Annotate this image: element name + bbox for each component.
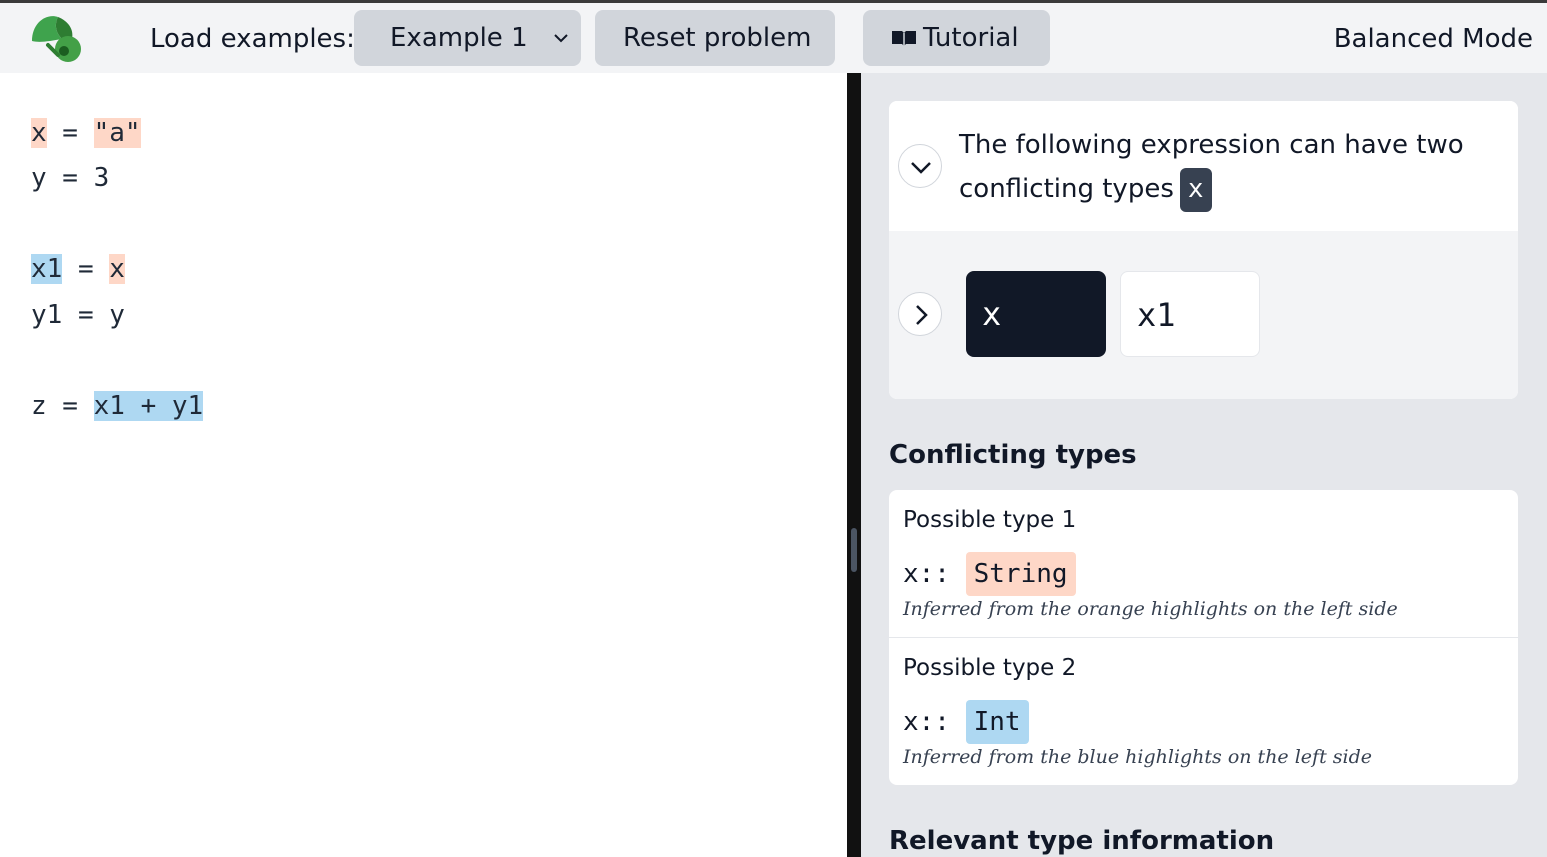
code-token[interactable]: x1 <box>31 254 63 284</box>
step-tile-active[interactable]: x <box>966 271 1106 357</box>
resize-handle[interactable] <box>851 528 857 572</box>
type-note: Inferred from the blue highlights on the… <box>903 746 1372 768</box>
tutorial-button[interactable]: Tutorial <box>863 10 1050 66</box>
chevron-down-icon <box>911 162 931 174</box>
conflicting-types-heading: Conflicting types <box>889 440 1137 470</box>
conflict-message: The following expression can have two co… <box>959 123 1499 212</box>
type-tag-string[interactable]: String <box>965 552 1076 596</box>
code-line: y1 = y <box>31 295 125 335</box>
type-note: Inferred from the orange highlights on t… <box>903 598 1398 620</box>
type-var: x:: <box>903 707 950 737</box>
type-signature: x:: String <box>903 552 1076 596</box>
conflict-card-header: The following expression can have two co… <box>889 101 1518 231</box>
code-token[interactable]: "a" <box>93 118 141 148</box>
code-token[interactable]: y <box>31 163 47 193</box>
code-token[interactable]: x <box>109 254 125 284</box>
code-operator: = <box>62 254 110 284</box>
code-line: x1 = x <box>31 249 125 289</box>
chevron-down-icon <box>554 34 568 43</box>
code-line: y = 3 <box>31 158 109 198</box>
conflict-steps: x x1 <box>889 231 1518 399</box>
toolbar: Load examples: Example 1 Reset problem T… <box>0 3 1547 73</box>
mode-indicator[interactable]: Balanced Mode <box>1334 23 1533 55</box>
example-select-value: Example 1 <box>390 23 528 53</box>
possible-type-title: Possible type 1 <box>903 507 1077 533</box>
code-line: x = "a" <box>31 113 141 153</box>
code-token[interactable]: z <box>31 391 47 421</box>
book-icon <box>892 31 916 46</box>
load-examples-label: Load examples: <box>150 24 355 54</box>
possible-type-2: Possible type 2 x:: Int Inferred from th… <box>889 637 1518 784</box>
possible-type-1: Possible type 1 x:: String Inferred from… <box>889 490 1518 637</box>
panel-divider[interactable] <box>847 73 861 857</box>
code-token[interactable]: x1 + y1 <box>93 391 204 421</box>
code-editor[interactable]: x = "a" y = 3 x1 = x y1 = y z = x1 + y1 <box>0 73 847 857</box>
leaf-logo-icon[interactable] <box>28 11 84 63</box>
code-operator: = <box>62 300 110 330</box>
code-token[interactable]: x <box>31 118 47 148</box>
tutorial-label: Tutorial <box>923 23 1019 53</box>
type-signature: x:: Int <box>903 700 1029 744</box>
code-operator: = <box>46 391 94 421</box>
expand-step-button[interactable] <box>898 292 942 336</box>
code-line: z = x1 + y1 <box>31 386 204 426</box>
type-tag-int[interactable]: Int <box>965 700 1029 744</box>
expression-badge[interactable]: x <box>1179 167 1212 212</box>
reset-problem-button[interactable]: Reset problem <box>595 10 835 66</box>
step-tile[interactable]: x1 <box>1120 271 1260 357</box>
type-error-panel: The following expression can have two co… <box>861 73 1547 857</box>
relevant-type-info-heading: Relevant type information <box>889 826 1275 856</box>
code-operator: = <box>46 118 94 148</box>
chevron-right-icon <box>916 305 928 325</box>
example-select[interactable]: Example 1 <box>354 10 581 66</box>
reset-problem-label: Reset problem <box>623 23 812 53</box>
possible-type-title: Possible type 2 <box>903 655 1077 681</box>
conflicting-types-card: Possible type 1 x:: String Inferred from… <box>889 490 1518 785</box>
collapse-button[interactable] <box>898 144 942 188</box>
conflict-card: The following expression can have two co… <box>889 101 1518 399</box>
code-operator: = <box>46 163 94 193</box>
type-var: x:: <box>903 559 950 589</box>
code-token[interactable]: y <box>109 300 125 330</box>
code-token[interactable]: 3 <box>94 163 110 193</box>
code-token[interactable]: y1 <box>31 300 62 330</box>
